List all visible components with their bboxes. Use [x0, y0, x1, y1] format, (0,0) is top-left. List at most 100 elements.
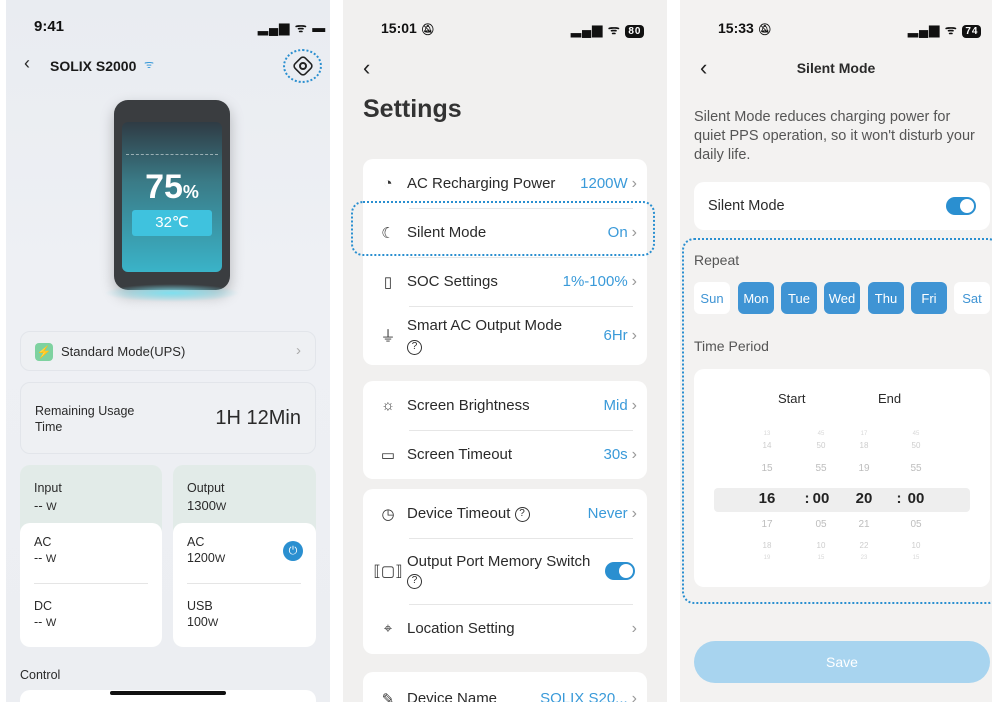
picker-value: 17 [860, 431, 868, 437]
settings-group-3: ◷ Device Timeout ? Never › ⟦▢⟧ Output Po… [363, 489, 647, 654]
row-value: Mid [603, 397, 628, 414]
picker-separator: : [804, 490, 810, 507]
day-wed-button[interactable]: Wed [824, 282, 860, 314]
port-icon: ⟦▢⟧ [373, 563, 403, 580]
control-label: Control [20, 668, 61, 682]
help-icon[interactable]: ? [407, 573, 422, 589]
mode-label: Standard Mode(UPS) [61, 344, 186, 359]
picker-value: 15 [761, 463, 773, 474]
device-home-screen: 9:41 ▂▄▆ ᯤ ▬ ‹ SOLIX S2000 ᯤ 75% 32℃ ⚡ S… [6, 0, 330, 702]
battery-indicator: 80 [625, 25, 645, 38]
chevron-right-icon: › [631, 619, 637, 637]
picker-value: 05 [910, 519, 922, 530]
row-screen-timeout[interactable]: ▭ Screen Timeout 30s › [363, 430, 647, 479]
wifi-icon: ᯤ [144, 59, 155, 71]
temperature: 32℃ [132, 210, 212, 236]
picker-selected-value: 20 [855, 490, 873, 507]
picker-value: 14 [762, 441, 772, 450]
sun-icon: ☼ [381, 397, 395, 414]
battery-indicator: 74 [962, 25, 982, 38]
percent-sign: % [182, 182, 199, 202]
day-mon-button[interactable]: Mon [738, 282, 774, 314]
day-sun-button[interactable]: Sun [694, 282, 730, 314]
mode-icon: ⚡ [35, 343, 53, 361]
row-value: Never [587, 505, 628, 522]
status-time: 15:33 🔕︎ [718, 20, 772, 36]
picker-value: 05 [815, 519, 827, 530]
row-value: SOLIX S20... [540, 690, 628, 702]
row-value: 1%-100% [562, 273, 628, 290]
picker-separator: : [896, 490, 902, 507]
day-sat-button[interactable]: Sat [954, 282, 990, 314]
row-label: Device Name [407, 690, 498, 702]
status-icons: ▂▄▆ ᯤ 74 [908, 20, 982, 38]
picker-value: 15 [912, 555, 920, 561]
home-indicator [110, 691, 226, 695]
silent-mode-highlight [351, 201, 655, 256]
picker-value: 22 [859, 541, 869, 550]
row-label: Location Setting [407, 620, 515, 637]
output-port-memory-toggle[interactable] [605, 562, 635, 580]
device-illustration: 75% 32℃ [114, 100, 230, 290]
chevron-right-icon: › [631, 445, 637, 463]
battery-display: 75% 32℃ [122, 122, 222, 272]
day-thu-button[interactable]: Thu [868, 282, 904, 314]
device-glow [104, 284, 240, 302]
row-screen-brightness[interactable]: ☼ Screen Brightness Mid › [363, 381, 647, 430]
bell-off-icon: 🔕︎ [420, 24, 435, 36]
picker-value: 13 [763, 431, 771, 437]
input-value: -- W [34, 498, 57, 513]
picker-value: 55 [910, 463, 922, 474]
description: Silent Mode reduces charging power for q… [694, 109, 975, 163]
save-button[interactable]: Save [694, 641, 990, 683]
battery-icon: ▯ [383, 273, 393, 291]
silent-mode-card: Silent Mode [694, 182, 990, 230]
gear-center-icon [299, 62, 307, 70]
picker-value: 45 [912, 431, 920, 437]
ac-output-value: 1200W [187, 551, 226, 565]
day-tue-button[interactable]: Tue [781, 282, 817, 314]
row-label: Device Timeout ? [407, 505, 588, 522]
row-label: Output Port Memory Switch ? [407, 552, 605, 590]
output-label: Output [187, 481, 225, 495]
day-fri-button[interactable]: Fri [911, 282, 947, 314]
chevron-right-icon: › [631, 504, 637, 522]
page-title: Silent Mode [796, 60, 876, 76]
row-smart-ac-output[interactable]: ⏚ Smart AC Output Mode? 6Hr › [363, 306, 647, 365]
ac-power-button-icon[interactable]: ⏻ [283, 541, 303, 561]
settings-group-2: ☼ Screen Brightness Mid › ▭ Screen Timeo… [363, 381, 647, 479]
row-soc-settings[interactable]: ▯ SOC Settings 1%-100% › [363, 257, 647, 306]
timer-icon: ◷ [381, 505, 395, 523]
picker-value: 23 [860, 555, 868, 561]
time-picker-card: Start End 13 14 15 16 17 18 19 45 50 55 00 05 10 15 17… [694, 369, 990, 587]
remaining-label: Remaining Usage Time [35, 404, 135, 434]
battery-percent: 75 [145, 168, 183, 206]
picker-value: 50 [816, 441, 826, 450]
row-location-setting[interactable]: ⌖ Location Setting › [363, 604, 647, 653]
ac-output-label: AC [187, 535, 205, 549]
row-device-timeout[interactable]: ◷ Device Timeout ? Never › [363, 489, 647, 538]
picker-value: 18 [762, 541, 772, 550]
picker-value: 19 [858, 463, 870, 474]
silent-mode-toggle[interactable] [946, 197, 976, 220]
back-icon[interactable]: ‹ [363, 55, 370, 81]
help-icon[interactable]: ? [514, 506, 530, 522]
status-time: 9:41 [34, 18, 65, 35]
pencil-icon: ✎ [381, 690, 395, 702]
row-label: SOC Settings [407, 273, 498, 290]
back-icon[interactable]: ‹ [24, 53, 30, 74]
device-title: SOLIX S2000 [50, 58, 137, 74]
battery-level: 75% [122, 168, 222, 207]
picker-value: 55 [815, 463, 827, 474]
usb-label: USB [187, 599, 213, 613]
row-device-name[interactable]: ✎ Device Name SOLIX S20... › [363, 674, 647, 702]
mode-card[interactable]: ⚡ Standard Mode(UPS) › [20, 331, 316, 371]
dc-input-label: DC [34, 599, 53, 613]
help-icon[interactable]: ? [407, 340, 422, 355]
output-card: Output 1300W AC 1200W ⏻ USB 100W [173, 465, 316, 647]
settings-group-1: ◔ AC Recharging Power 1200W › ☾ Silent M… [363, 159, 647, 365]
input-card: Input -- W AC -- W DC -- W [20, 465, 162, 647]
bell-off-icon: 🔕︎ [757, 24, 772, 36]
row-label: Screen Timeout [407, 446, 513, 463]
chevron-right-icon: › [296, 342, 301, 359]
